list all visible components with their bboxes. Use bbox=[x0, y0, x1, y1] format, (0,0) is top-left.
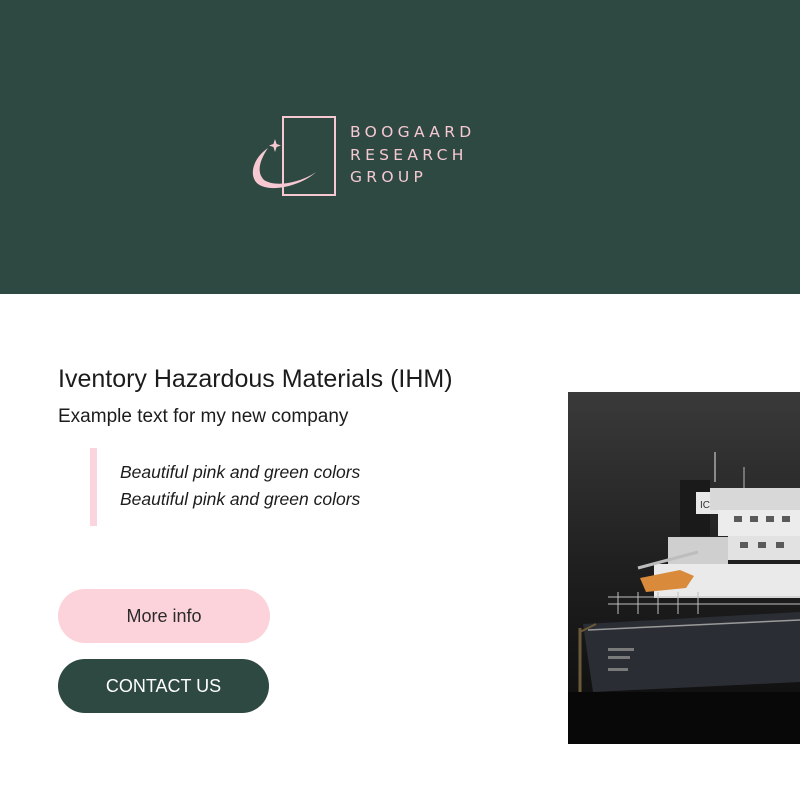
more-info-button[interactable]: More info bbox=[58, 589, 270, 643]
quote-line-1: Beautiful pink and green colors bbox=[120, 462, 361, 482]
logo-line-1: BOOGAARD bbox=[350, 123, 476, 141]
logo-line-2: RESEARCH bbox=[350, 145, 468, 164]
logo-emblem-icon bbox=[252, 116, 336, 196]
ship-photo: ICL bbox=[568, 392, 800, 744]
header-banner: BOOGAARD RESEARCH GROUP bbox=[0, 0, 800, 294]
contact-us-button[interactable]: CONTACT US bbox=[58, 659, 269, 713]
page-subtitle: Example text for my new company bbox=[58, 406, 349, 427]
quote-accent-bar bbox=[90, 448, 97, 526]
logo-wordmark: BOOGAARD RESEARCH GROUP bbox=[350, 121, 476, 189]
logo-line-3: GROUP bbox=[350, 168, 428, 186]
quote-line-2: Beautiful pink and green colors bbox=[120, 489, 361, 509]
page-title: Iventory Hazardous Materials (IHM) bbox=[58, 365, 453, 393]
